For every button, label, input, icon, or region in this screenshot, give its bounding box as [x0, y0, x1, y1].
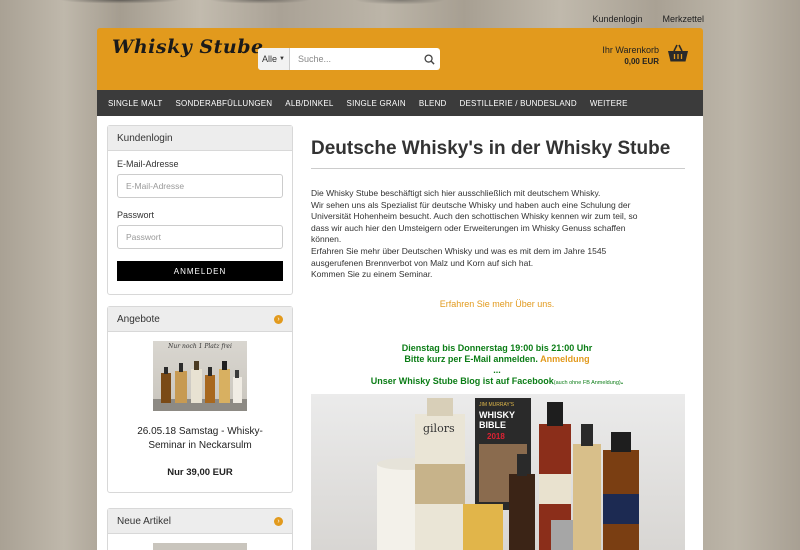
new-item-image[interactable] — [153, 543, 247, 550]
about-us-link[interactable]: Erfahren Sie mehr Über uns. — [311, 299, 683, 309]
nav-item-alb-dinkel[interactable]: ALB/DINKEL — [285, 99, 333, 108]
email-field[interactable]: E-Mail-Adresse — [117, 174, 283, 198]
intro-line: Universität Hohenheim besucht. Auch den … — [311, 211, 638, 222]
new-items-panel: Neue Artikel › — [107, 508, 293, 550]
main-nav: SINGLE MALT SONDERABFÜLLUNGEN ALB/DINKEL… — [97, 90, 703, 116]
top-link-login[interactable]: Kundenlogin — [592, 14, 642, 24]
cart-label: Ihr Warenkorb — [602, 45, 659, 55]
intro-line: Kommen Sie zu einem Seminar. — [311, 269, 433, 280]
intro-text: Die Whisky Stube beschäftigt sich hier a… — [311, 188, 679, 281]
login-form: E-Mail-Adresse E-Mail-Adresse Passwort P… — [108, 151, 292, 289]
login-panel-header: Kundenlogin — [108, 126, 292, 151]
new-items-panel-title: Neue Artikel — [117, 515, 171, 527]
top-link-wishlist[interactable]: Merkzettel — [662, 14, 704, 24]
intro-line: Wir sehen uns als Spezialist für deutsch… — [311, 199, 631, 210]
nav-item-single-grain[interactable]: SINGLE GRAIN — [347, 99, 406, 108]
offers-panel-title: Angebote — [117, 313, 160, 325]
offers-panel-header[interactable]: Angebote › — [108, 307, 292, 332]
facebook-blog-link[interactable]: Unser Whisky Stube Blog ist auf Facebook — [371, 376, 554, 386]
nav-item-sonderabfuellungen[interactable]: SONDERABFÜLLUNGEN — [176, 99, 273, 108]
arrow-right-icon[interactable]: › — [274, 314, 283, 324]
page-title: Deutsche Whisky's in der Whisky Stube — [311, 138, 671, 159]
seminar-dots: ... — [493, 365, 501, 375]
cart[interactable]: Ihr Warenkorb 0,00 EUR — [602, 44, 689, 68]
logo[interactable]: Whisky Stube — [112, 36, 264, 58]
signup-link[interactable]: Anmeldung — [540, 354, 590, 364]
search-bar: Alle ▼ Suche... — [258, 48, 440, 70]
offer-image[interactable]: Nur noch 1 Platz frei — [153, 341, 247, 411]
blog-line: Unser Whisky Stube Blog ist auf Facebook… — [311, 376, 683, 389]
nav-item-destillerie[interactable]: DESTILLERIE / BUNDESLAND — [460, 99, 577, 108]
photo-label-book-title: WHISKY BIBLE — [479, 410, 515, 430]
nav-item-blend[interactable]: BLEND — [419, 99, 447, 108]
seminar-signup: Bitte kurz per E-Mail anmelden. Anmeldun… — [311, 354, 683, 365]
email-label: E-Mail-Adresse — [117, 159, 179, 169]
intro-line: ausgerufenen Brennverbot von Malz und Ko… — [311, 257, 534, 268]
login-panel: Kundenlogin E-Mail-Adresse E-Mail-Adress… — [107, 125, 293, 295]
basket-icon[interactable] — [667, 44, 689, 68]
search-scope-select[interactable]: Alle ▼ — [258, 48, 290, 70]
cart-text: Ihr Warenkorb 0,00 EUR — [602, 44, 659, 68]
caret-down-icon: ▼ — [279, 56, 285, 62]
search-scope-label: Alle — [262, 54, 278, 64]
nav-item-single-malt[interactable]: SINGLE MALT — [108, 99, 163, 108]
seminar-signup-text: Bitte kurz per E-Mail anmelden. — [404, 354, 538, 364]
header: Whisky Stube Alle ▼ Suche... Ihr Warenko… — [97, 28, 703, 90]
blog-end: . — [620, 376, 624, 386]
intro-line: Die Whisky Stube beschäftigt sich hier a… — [311, 188, 601, 198]
arrow-right-icon[interactable]: › — [274, 516, 283, 526]
blog-note: (auch ohne FB Anmeldung) — [553, 380, 621, 386]
password-label: Passwort — [117, 210, 155, 220]
photo-label-book-author: JIM MURRAY'S — [479, 402, 515, 408]
photo-label-gilors: gilors — [423, 422, 455, 435]
intro-line: können. — [311, 234, 342, 245]
page-content: Kundenlogin E-Mail-Adresse E-Mail-Adress… — [97, 116, 703, 550]
login-button[interactable]: ANMELDEN — [117, 261, 283, 281]
nav-item-weitere[interactable]: WEITERE — [590, 99, 628, 108]
login-panel-title: Kundenlogin — [117, 132, 173, 144]
seminar-times: Dienstag bis Donnerstag 19:00 bis 21:00 … — [401, 343, 593, 353]
intro-line: Erfahren Sie mehr über Deutschen Whisky … — [311, 245, 607, 256]
search-icon[interactable] — [418, 53, 440, 65]
new-items-panel-header[interactable]: Neue Artikel › — [108, 509, 292, 534]
title-divider — [311, 168, 685, 169]
photo-label-book-year: 2018 — [487, 432, 505, 441]
top-links: Kundenlogin Merkzettel — [592, 14, 704, 24]
password-field[interactable]: Passwort — [117, 225, 283, 249]
seminar-info: Dienstag bis Donnerstag 19:00 bis 21:00 … — [311, 343, 683, 389]
offer-price: Nur 39,00 EUR — [167, 467, 233, 478]
offer-title[interactable]: 26.05.18 Samstag - Whisky-Seminar in Nec… — [108, 425, 292, 453]
intro-line: dass wir auch hier den Umsteigern oder E… — [311, 222, 626, 233]
offers-panel: Angebote › Nur noch 1 Platz frei 26.05.1… — [107, 306, 293, 493]
offer-item: Nur noch 1 Platz frei 26.05.18 Samstag -… — [108, 332, 292, 478]
search-input[interactable]: Suche... — [290, 54, 418, 64]
cart-amount: 0,00 EUR — [624, 57, 659, 66]
whisky-photo: gilors JIM MURRAY'S WHISKY BIBLE 2018 — [311, 394, 685, 550]
